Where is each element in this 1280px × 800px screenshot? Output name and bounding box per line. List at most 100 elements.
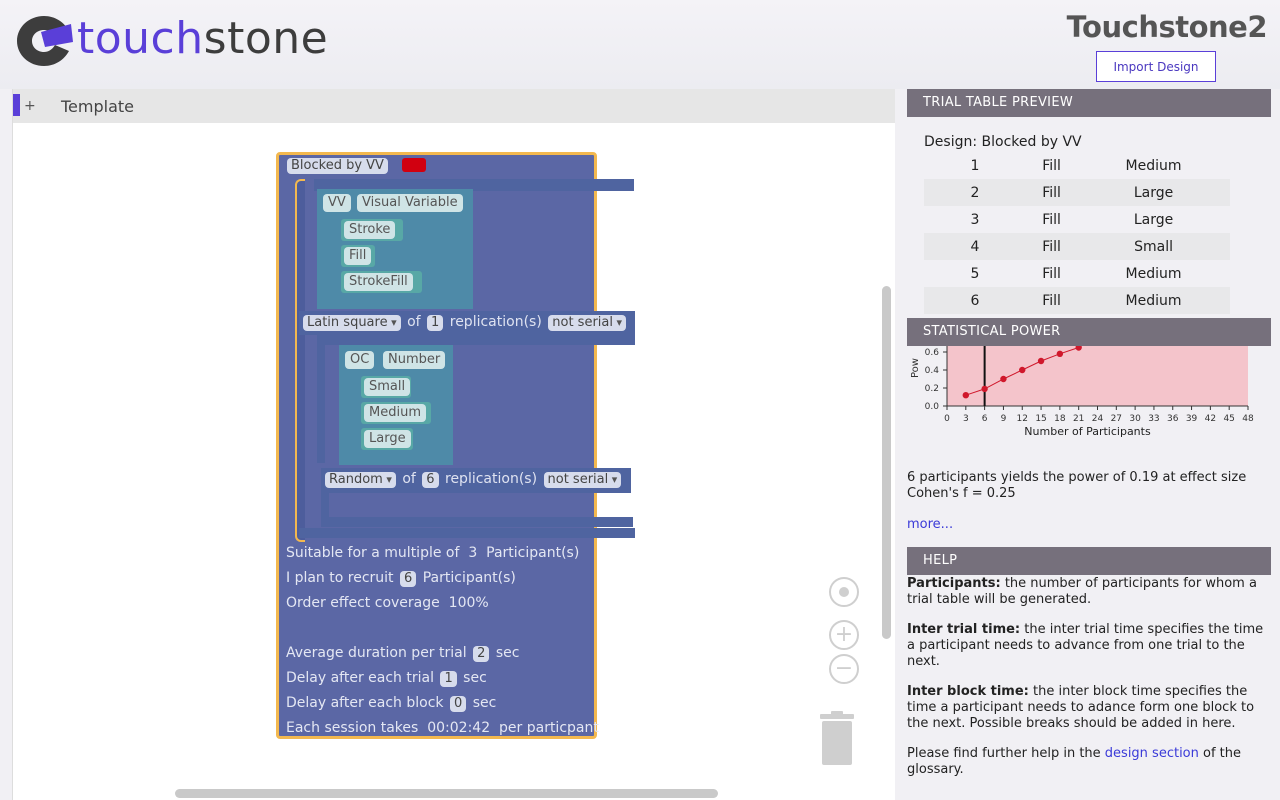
factor-oc-name[interactable]: Number [383,351,446,369]
level-stroke[interactable]: Stroke [344,221,396,239]
factor-oc-id[interactable]: OC [345,351,375,369]
recruit-field[interactable]: 6 [399,571,417,587]
trial-cell: Medium [1125,265,1182,282]
trial-cell: Fill [1026,287,1078,314]
x-tick-label: 12 [1017,414,1028,424]
trial-cell: 6 [924,287,1026,314]
block2-controls: Random of 6 replication(s) not serial [323,471,623,488]
touchstone-logo: touchstone [15,13,328,68]
trial-cell: Fill [1042,157,1061,174]
y-tick-label: 0.0 [925,402,940,412]
summary-coverage: Order effect coverage 100% [286,595,489,611]
trial-delay-prefix: Delay after each trial [286,670,434,686]
vertical-scrollbar[interactable] [882,286,891,639]
block2-of-label: of [402,471,416,487]
x-tick-label: 27 [1111,414,1122,424]
power-point [981,385,988,393]
block2-order-dropdown[interactable]: Random [325,472,396,488]
trial-row: 1 Fill Medium [924,152,1230,179]
y-tick-label: 0.4 [925,366,940,376]
help-glossary-pre: Please find further help in the [907,746,1105,761]
multiple-suffix: Participant(s) [486,545,580,561]
power-point [962,392,970,399]
trial-delay-field[interactable]: 1 [440,671,457,687]
level-fill[interactable]: Fill [344,247,372,265]
x-tick-label: 45 [1223,414,1234,424]
recruit-prefix: I plan to recruit [286,570,394,586]
x-tick-label: 48 [1242,414,1254,424]
factor-vv-id[interactable]: VV [323,194,351,212]
help-inter-trial-term: Inter trial time: [907,622,1021,637]
design-block[interactable]: Blocked by VV VV Visual Variable Stroke … [276,152,635,739]
summary-recruit: I plan to recruit 6 Participant(s) [286,570,516,587]
factor-vv-name[interactable]: Visual Variable [357,194,463,212]
x-tick-label: 24 [1092,414,1104,424]
block-delay-field[interactable]: 0 [449,696,467,712]
block1-serial-dropdown[interactable]: not serial [548,315,627,331]
coverage-value: 100% [448,595,489,611]
tab-accent [13,94,20,116]
tab-template[interactable]: Template [61,97,134,116]
zoom-in-icon[interactable]: + [829,620,859,650]
trash-icon[interactable] [818,711,856,766]
block2-bottom [321,517,633,527]
trial-cell: 4 [924,233,1026,260]
x-tick-label: 15 [1035,414,1046,424]
y-tick-label: 0.6 [925,348,940,358]
help-content: Participants: the number of participants… [907,576,1267,792]
recenter-icon[interactable] [829,577,859,607]
trial-table-heading: TRIAL TABLE PREVIEW [907,89,1271,117]
block1-left [317,335,325,463]
level-medium[interactable]: Medium [364,404,426,422]
horizontal-scrollbar[interactable] [175,789,718,798]
trial-cell: 1 [970,157,980,174]
level-large[interactable]: Large [364,430,411,448]
power-more-link[interactable]: more... [907,517,953,532]
logo-wordmark: touchstone [77,13,328,64]
power-summary-line2: Cohen's f = 0.25 [907,486,1016,501]
logo-text-stone: stone [203,12,329,64]
help-heading: HELP [907,547,1271,575]
x-tick-label: 18 [1054,414,1066,424]
zoom-out-icon[interactable]: − [829,654,859,684]
x-tick-label: 9 [1001,414,1007,424]
x-tick-label: 42 [1205,414,1216,424]
add-tab-button[interactable]: + [24,98,36,114]
app-header: touchstone Touchstone2 Import Design [0,0,1280,89]
summary-multiple: Suitable for a multiple of 3 Participant… [286,545,579,561]
blocks-workspace[interactable]: + Template Blocked by VV VV Visual Varia… [12,89,895,800]
block-delay-suffix: sec [472,695,497,711]
x-tick-label: 33 [1148,414,1159,424]
block1-replications-field[interactable]: 1 [427,315,444,331]
x-tick-label: 21 [1073,414,1084,424]
power-chart: 0.60.40.20.0Pow0 3 6 9 12 15 18 21 24 27 30 33 36 39 4… [910,346,1254,438]
import-design-button[interactable]: Import Design [1096,51,1216,82]
block2-replications-field[interactable]: 6 [422,472,439,488]
block1-order-dropdown[interactable]: Latin square [303,315,401,331]
trial-cell: 2 [924,179,1026,206]
help-inter-block-term: Inter block time: [907,684,1029,699]
trial-table: 1 Fill Medium 2 Fill Large 3 Fill Large 4 Fill Smal… [924,152,1230,314]
design-color-swatch[interactable] [402,158,427,172]
avg-prefix: Average duration per trial [286,645,467,661]
help-glossary: Please find further help in the design s… [907,746,1267,778]
trial-row: 5 Fill Medium [924,260,1230,287]
template-tabbar: + Template [13,89,895,123]
block2-serial-dropdown[interactable]: not serial [543,472,622,488]
design-name-field[interactable]: Blocked by VV [287,158,388,174]
block2-body [321,493,329,517]
level-strokefill[interactable]: StrokeFill [344,273,413,291]
level-small[interactable]: Small [364,378,411,396]
trial-cell: Medium [1125,157,1182,174]
power-point [1019,366,1026,374]
trial-table-design-label: Design: Blocked by VV [924,134,1082,150]
power-summary-line1: 6 participants yields the power of 0.19 … [907,470,1247,485]
help-inter-block: Inter block time: the inter block time s… [907,684,1267,732]
power-plot-area [947,346,1248,406]
touchstone-logo-mark [17,16,73,66]
trial-cell: Fill [1042,211,1061,228]
block1-body [317,335,635,345]
trial-delay-suffix: sec [463,670,487,686]
design-section-link[interactable]: design section [1105,746,1199,761]
avg-duration-field[interactable]: 2 [473,646,490,662]
